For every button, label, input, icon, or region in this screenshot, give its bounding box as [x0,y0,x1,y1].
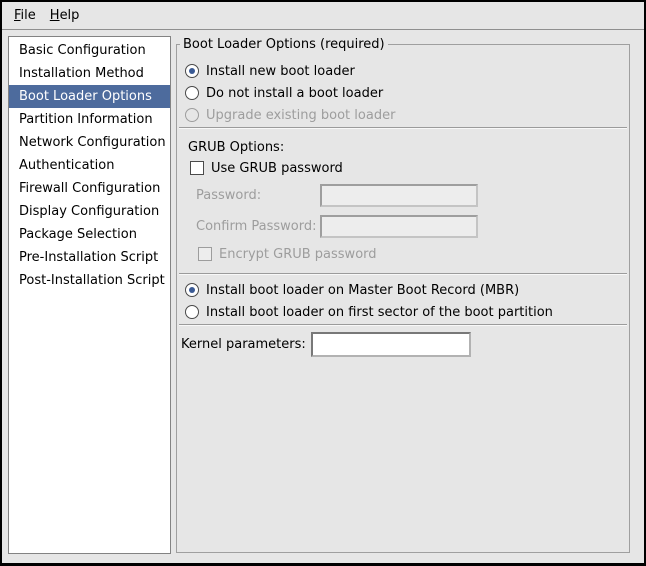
radio-label: Install new boot loader [206,64,355,79]
use-grub-password-checkbox[interactable]: Use GRUB password [190,159,343,177]
radio-indicator[interactable] [185,305,199,319]
separator [179,273,627,275]
sidebar-item-partition-information[interactable]: Partition Information [9,108,170,131]
grub-options-label: GRUB Options: [188,138,284,156]
checkbox-indicator[interactable] [190,161,204,175]
boot-loader-options-frame: Boot Loader Options (required) Install n… [176,44,630,553]
checkbox-label: Use GRUB password [211,161,343,176]
menu-help[interactable]: Help [43,5,87,26]
checkbox-label: Encrypt GRUB password [219,247,377,262]
sidebar-item-authentication[interactable]: Authentication [9,154,170,177]
upgrade-existing-boot-loader-radio: Upgrade existing boot loader [185,106,395,124]
install-on-first-sector-radio[interactable]: Install boot loader on first sector of t… [185,303,553,321]
grub-options-text: GRUB Options: [188,140,284,155]
grub-password-row: Password: [196,184,478,207]
radio-label: Upgrade existing boot loader [206,108,395,123]
separator [179,127,627,129]
sidebar-item-display-configuration[interactable]: Display Configuration [9,200,170,223]
radio-indicator[interactable] [185,283,199,297]
checkbox-indicator [198,247,212,261]
sidebar-item-installation-method[interactable]: Installation Method [9,62,170,85]
radio-label: Install boot loader on Master Boot Recor… [206,283,519,298]
kickstart-configurator-window: File Help Basic Configuration Installati… [0,0,646,566]
install-on-mbr-radio[interactable]: Install boot loader on Master Boot Recor… [185,281,519,299]
sidebar-item-firewall-configuration[interactable]: Firewall Configuration [9,177,170,200]
radio-label: Do not install a boot loader [206,86,383,101]
do-not-install-boot-loader-radio[interactable]: Do not install a boot loader [185,84,383,102]
install-new-boot-loader-radio[interactable]: Install new boot loader [185,62,355,80]
sidebar-item-basic-configuration[interactable]: Basic Configuration [9,39,170,62]
sidebar-item-boot-loader-options[interactable]: Boot Loader Options [9,85,170,108]
kernel-parameters-label: Kernel parameters: [181,337,304,352]
password-field [320,184,478,207]
sidebar-item-post-installation-script[interactable]: Post-Installation Script [9,269,170,292]
radio-indicator [185,108,199,122]
sidebar-item-network-configuration[interactable]: Network Configuration [9,131,170,154]
sidebar-item-pre-installation-script[interactable]: Pre-Installation Script [9,246,170,269]
grub-confirm-password-row: Confirm Password: [196,215,478,238]
confirm-password-label: Confirm Password: [196,219,313,234]
confirm-password-field [320,215,478,238]
kernel-parameters-field[interactable] [311,332,471,357]
menu-file[interactable]: File [7,5,43,26]
radio-label: Install boot loader on first sector of t… [206,305,553,320]
frame-title: Boot Loader Options (required) [180,36,388,53]
radio-indicator[interactable] [185,86,199,100]
separator [179,324,627,326]
radio-indicator[interactable] [185,64,199,78]
kernel-parameters-row: Kernel parameters: [181,332,471,357]
password-label: Password: [196,188,313,203]
sidebar-item-package-selection[interactable]: Package Selection [9,223,170,246]
category-list: Basic Configuration Installation Method … [8,36,171,554]
encrypt-grub-password-checkbox: Encrypt GRUB password [198,245,377,263]
menubar: File Help [2,2,644,30]
